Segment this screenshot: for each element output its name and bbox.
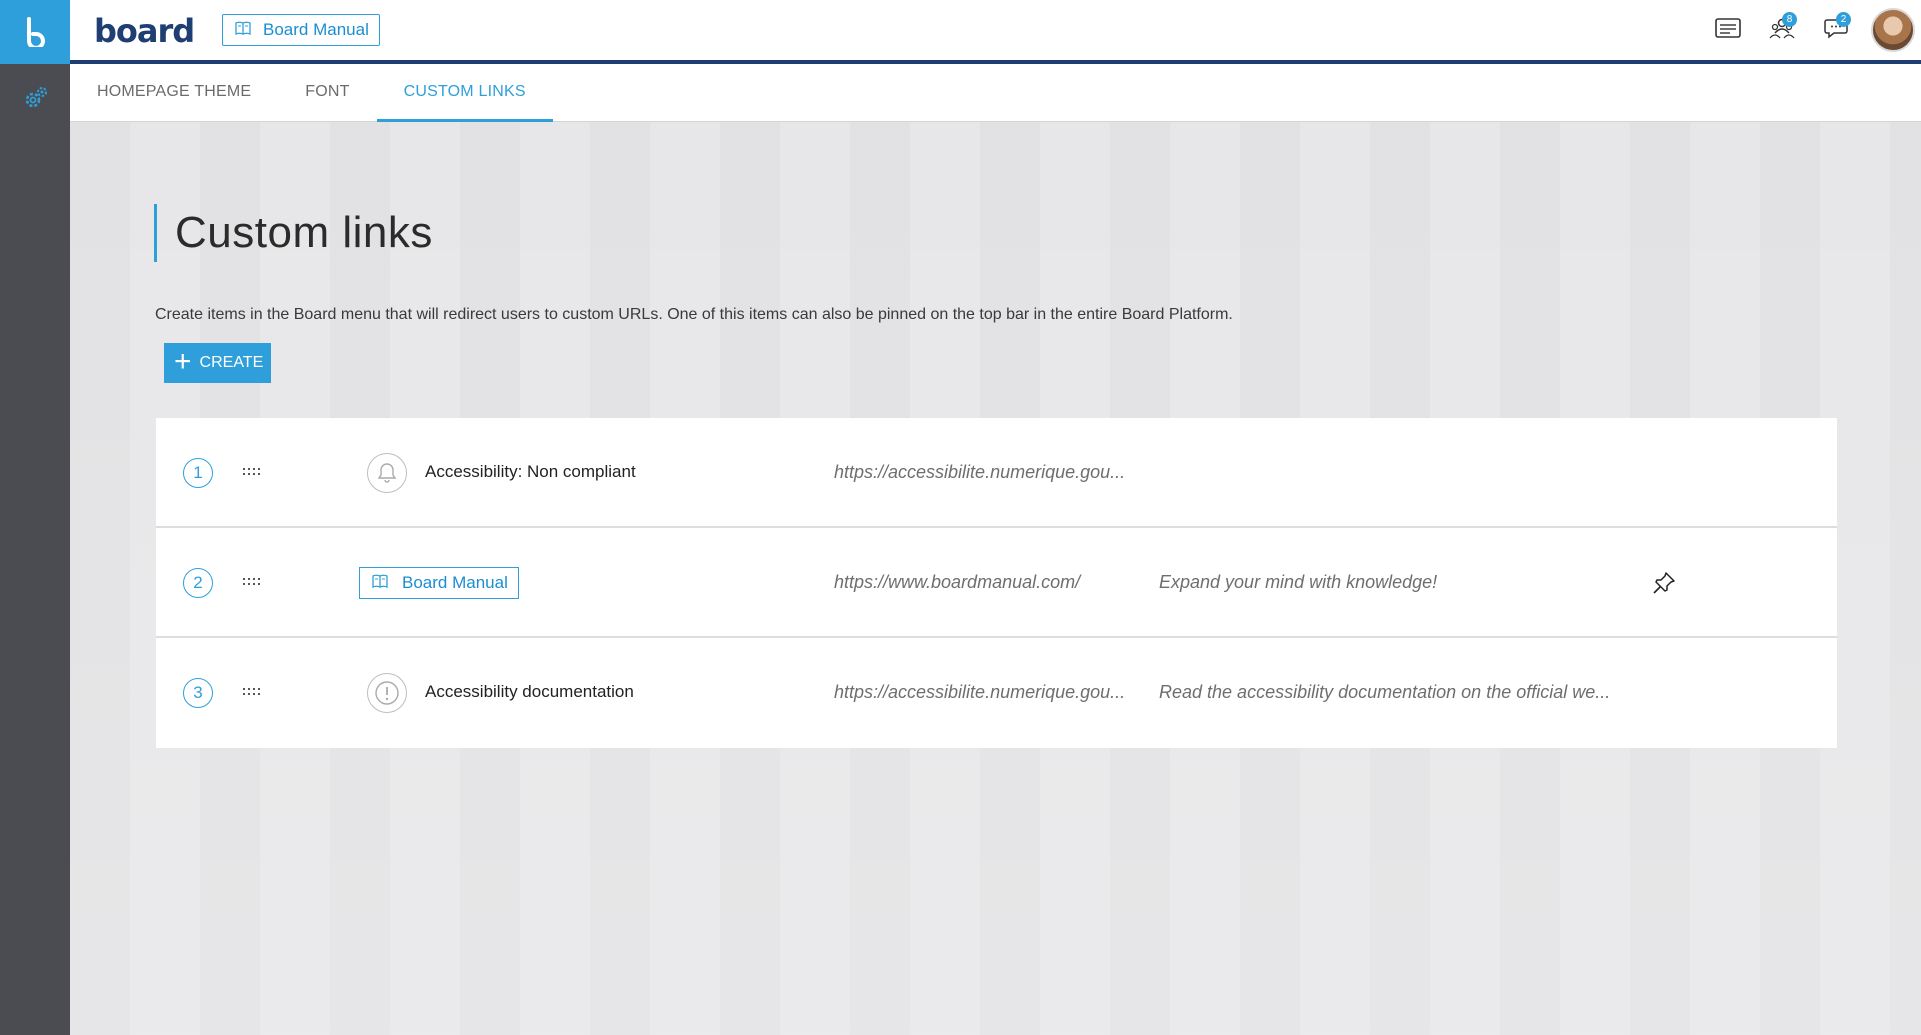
bell-icon (367, 453, 407, 493)
settings-gears-icon[interactable] (22, 84, 50, 112)
users-badge: 8 (1782, 12, 1797, 27)
drag-handle-icon[interactable] (242, 464, 262, 480)
page-description: Create items in the Board menu that will… (155, 306, 1233, 323)
pin-icon[interactable] (1651, 570, 1677, 596)
book-icon (235, 20, 251, 40)
board-logo-icon[interactable] (0, 0, 70, 64)
drag-handle-icon[interactable] (242, 574, 262, 590)
item-label: Accessibility: Non compliant (425, 462, 636, 481)
alert-icon (367, 673, 407, 713)
drag-handle-icon[interactable] (242, 684, 262, 700)
tab-font[interactable]: FONT (278, 64, 376, 122)
tab-custom-links[interactable]: CUSTOM LINKS (376, 64, 553, 122)
custom-links-list: 1 Accessibility: Non compliant https://a… (156, 418, 1837, 748)
item-index: 1 (183, 458, 213, 488)
item-index: 2 (183, 568, 213, 598)
list-item[interactable]: 1 Accessibility: Non compliant https://a… (156, 418, 1837, 528)
book-icon (372, 573, 388, 593)
plus-icon: + (174, 344, 192, 378)
main-content: Custom links Create items in the Board m… (70, 122, 1921, 1035)
item-label: Accessibility documentation (425, 682, 634, 701)
tab-homepage-theme[interactable]: HOMEPAGE THEME (70, 64, 278, 122)
left-rail (0, 0, 70, 1035)
list-item[interactable]: 2 Board Manual https://www.boardmanual.c… (156, 528, 1837, 638)
pinned-link-button[interactable]: Board Manual (222, 14, 380, 46)
item-url: https://accessibilite.numerique.gou... (834, 462, 1126, 482)
item-url: https://www.boardmanual.com/ (834, 572, 1081, 592)
chat-badge: 2 (1836, 12, 1851, 27)
page-title-wrap: Custom links (154, 204, 433, 262)
settings-tabs: HOMEPAGE THEME FONT CUSTOM LINKS (70, 64, 1921, 122)
item-label: Board Manual (402, 573, 508, 592)
chat-button[interactable]: 2 (1809, 0, 1863, 60)
top-icons: 8 2 (1701, 0, 1921, 60)
brand-logo[interactable]: board (94, 12, 195, 50)
list-item[interactable]: 3 Accessibility documentation https://ac… (156, 638, 1837, 748)
page-title: Custom links (175, 208, 433, 257)
create-button[interactable]: + CREATE (164, 343, 271, 383)
top-bar: board Board Manual 8 2 (70, 0, 1921, 64)
item-description: Read the accessibility documentation on … (1159, 682, 1611, 702)
users-button[interactable]: 8 (1755, 0, 1809, 60)
item-chip: Board Manual (359, 567, 519, 599)
item-index: 3 (183, 678, 213, 708)
notes-icon (1715, 17, 1741, 43)
item-url: https://accessibilite.numerique.gou... (834, 682, 1126, 702)
item-description: Expand your mind with knowledge! (1159, 572, 1438, 592)
create-label: CREATE (199, 354, 264, 371)
pinned-link-label: Board Manual (263, 20, 369, 39)
notes-button[interactable] (1701, 0, 1755, 60)
avatar[interactable] (1871, 8, 1915, 52)
